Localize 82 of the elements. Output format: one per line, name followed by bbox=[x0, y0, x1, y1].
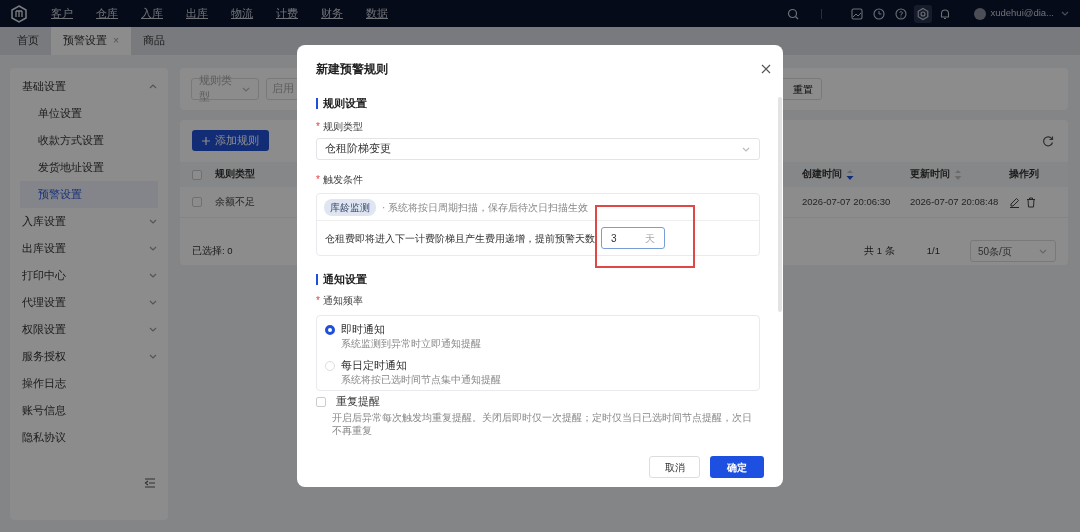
page-indicator: 1/1 bbox=[926, 243, 940, 258]
required-mark: * bbox=[316, 119, 320, 134]
close-icon[interactable] bbox=[761, 64, 771, 74]
chevron-down-icon bbox=[1060, 9, 1070, 18]
rule-type-select[interactable]: 仓租阶梯变更 bbox=[316, 138, 760, 160]
sidebar-item[interactable]: 打印中心 bbox=[10, 262, 168, 289]
sidebar-subitem[interactable]: 预警设置 bbox=[20, 181, 158, 208]
nav-menu-item[interactable]: 数据 bbox=[366, 5, 388, 22]
selection-count: 已选择: 0 bbox=[192, 243, 233, 258]
nav-menu-item[interactable]: 计费 bbox=[276, 5, 298, 22]
sidebar-item[interactable]: 账号信息 bbox=[10, 397, 168, 424]
section-title: 通知设置 bbox=[323, 271, 367, 287]
sidebar-item[interactable]: 代理设置 bbox=[10, 289, 168, 316]
section-marker bbox=[316, 273, 318, 285]
checkbox[interactable] bbox=[316, 396, 326, 407]
field-label: 通知频率 bbox=[322, 293, 363, 308]
nav-menu-item[interactable]: 仓库 bbox=[96, 5, 118, 22]
option-label: 即时通知 bbox=[341, 321, 385, 337]
sidebar-subitem[interactable]: 单位设置 bbox=[20, 100, 158, 127]
table-cell: 2026-07-07 20:06:30 bbox=[802, 195, 891, 207]
nav-menu-item[interactable]: 入库 bbox=[141, 5, 163, 22]
delete-icon[interactable] bbox=[1026, 196, 1036, 208]
sidebar-item[interactable]: 权限设置 bbox=[10, 316, 168, 343]
option-label: 每日定时通知 bbox=[341, 357, 407, 373]
table-cell: 2026-07-07 20:08:48 bbox=[910, 195, 999, 207]
condition-text: 仓租费即将进入下一计费阶梯且产生费用递增，提前预警天数 bbox=[325, 231, 595, 246]
nav-menu-item[interactable]: 物流 bbox=[231, 5, 253, 22]
days-input[interactable]: 3 天 bbox=[601, 227, 665, 249]
avatar[interactable] bbox=[974, 7, 987, 20]
plus-icon bbox=[202, 136, 210, 145]
required-mark: * bbox=[316, 172, 320, 187]
column-header: 创建时间 bbox=[802, 167, 842, 182]
page-tab[interactable]: 商品 bbox=[131, 27, 178, 55]
sidebar-item[interactable]: 隐私协议 bbox=[10, 424, 168, 451]
cancel-button[interactable]: 取消 bbox=[649, 456, 700, 478]
hint-text: · 系统将按日周期扫描，保存后待次日扫描生效 bbox=[382, 200, 589, 215]
refresh-icon[interactable] bbox=[1042, 135, 1054, 147]
sidebar-item[interactable]: 出库设置 bbox=[10, 235, 168, 262]
condition-tag: 库龄监测 bbox=[324, 198, 376, 216]
sidebar-subitem[interactable]: 收款方式设置 bbox=[20, 127, 158, 154]
user-name[interactable]: xudehui@dia... bbox=[990, 6, 1054, 21]
row-checkbox[interactable] bbox=[192, 197, 202, 207]
table-cell: 余额不足 bbox=[215, 195, 255, 207]
logo-icon bbox=[10, 4, 28, 23]
page-size-select[interactable]: 50条/页 bbox=[970, 240, 1056, 262]
nav-menu-item[interactable]: 出库 bbox=[186, 5, 208, 22]
sidebar-subitem[interactable]: 发货地址设置 bbox=[20, 154, 158, 181]
option-description: 系统将按已选时间节点集中通知提醒 bbox=[340, 373, 502, 386]
confirm-button[interactable]: 确定 bbox=[710, 456, 764, 478]
field-label: 触发条件 bbox=[322, 172, 363, 187]
section-title: 规则设置 bbox=[323, 95, 367, 111]
radio-button[interactable] bbox=[325, 324, 335, 335]
settings-icon[interactable] bbox=[916, 6, 931, 21]
field-label: 规则类型 bbox=[322, 119, 363, 134]
collapse-menu-icon[interactable] bbox=[144, 478, 156, 488]
scrollbar[interactable] bbox=[778, 97, 782, 312]
nav-menu-item[interactable]: 客户 bbox=[51, 5, 73, 22]
option-description: 开启后异常每次触发均重复提醒。关闭后即时仅一次提醒；定时仅当日已选时间节点提醒，次日不再重复 bbox=[331, 411, 753, 437]
search-icon[interactable] bbox=[787, 7, 800, 20]
sidebar-item[interactable]: 入库设置 bbox=[10, 208, 168, 235]
column-header: 操作列 bbox=[1009, 167, 1039, 182]
required-mark: * bbox=[316, 293, 320, 308]
help-icon[interactable] bbox=[894, 6, 909, 21]
sidebar-item[interactable]: 服务授权 bbox=[10, 343, 168, 370]
select-all-checkbox[interactable] bbox=[192, 169, 202, 180]
column-header: 更新时间 bbox=[910, 167, 950, 182]
edit-icon[interactable] bbox=[1009, 196, 1020, 208]
sidebar-item[interactable]: 操作日志 bbox=[10, 370, 168, 397]
total-count: 共 1 条 bbox=[864, 243, 895, 258]
checkbox-label: 重复提醒 bbox=[336, 393, 380, 409]
sort-descending-icon[interactable] bbox=[846, 168, 854, 181]
page-tab[interactable]: 预警设置 × bbox=[51, 27, 132, 55]
nav-menu-item[interactable]: 财务 bbox=[321, 5, 343, 22]
add-rule-button[interactable]: 添加规则 bbox=[192, 130, 269, 151]
clock-icon[interactable] bbox=[872, 6, 887, 21]
column-header: 规则类型 bbox=[215, 167, 255, 182]
section-marker bbox=[316, 97, 318, 109]
image-icon[interactable] bbox=[850, 6, 865, 21]
page-tab[interactable]: 首页 bbox=[5, 27, 51, 55]
dialog-title: 新建预警规则 bbox=[316, 61, 388, 78]
option-description: 系统监测到异常时立即通知提醒 bbox=[340, 337, 482, 350]
sidebar-item[interactable]: 基础设置 bbox=[10, 73, 168, 100]
